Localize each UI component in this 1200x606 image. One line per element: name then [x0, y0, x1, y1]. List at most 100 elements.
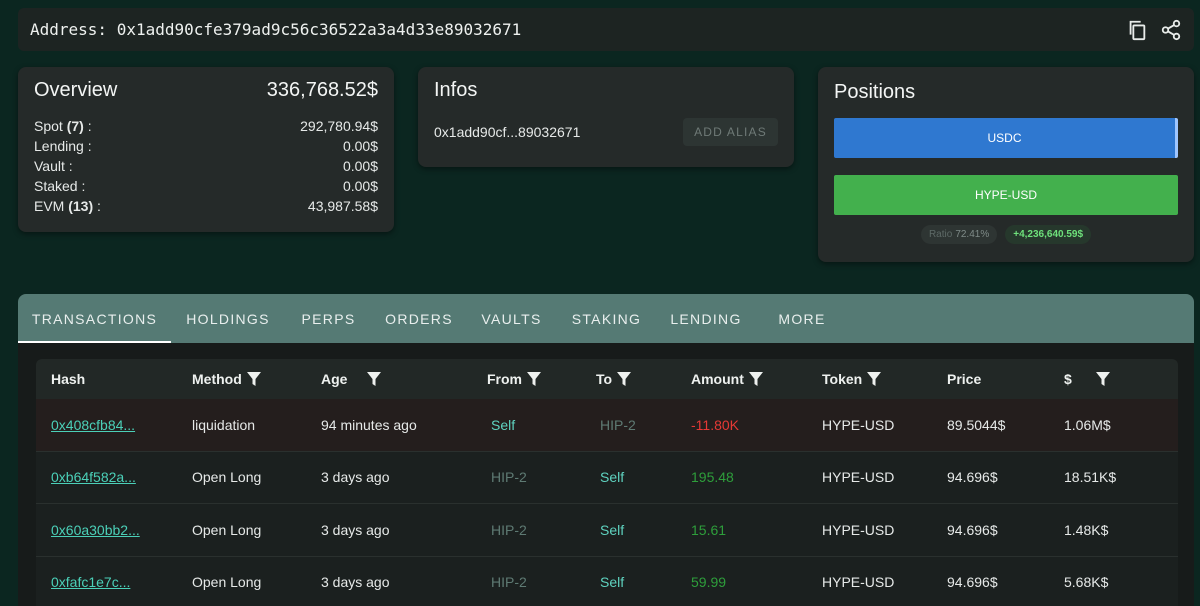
- short-address: 0x1add90cf...89032671: [434, 124, 581, 140]
- overview-row-staked: Staked : 0.00$: [34, 176, 378, 196]
- tx-method: Open Long: [192, 521, 262, 538]
- filter-icon[interactable]: [246, 371, 261, 387]
- tab-vaults[interactable]: VAULTS: [466, 294, 557, 343]
- add-alias-button[interactable]: ADD ALIAS: [683, 118, 778, 146]
- positions-card: Positions USDC HYPE-USD Ratio 72.41% +4,…: [818, 67, 1194, 262]
- overview-row-label: Spot (7) :: [34, 118, 92, 134]
- position-chips: Ratio 72.41% +4,236,640.59$: [834, 225, 1178, 244]
- tx-from[interactable]: Self: [491, 417, 515, 433]
- tx-usd: 5.68K$: [1064, 574, 1109, 591]
- address-label: Address: 0x1add90cfe379ad9c56c36522a3a4d…: [30, 20, 522, 39]
- filter-icon[interactable]: [617, 371, 632, 387]
- tab-holdings[interactable]: HOLDINGS: [171, 294, 285, 343]
- overview-card: Overview 336,768.52$ Spot (7) : 292,780.…: [18, 67, 394, 232]
- tab-orders[interactable]: ORDERS: [372, 294, 466, 343]
- header-token: Token: [822, 371, 947, 387]
- filter-icon[interactable]: [867, 371, 882, 387]
- overview-row-value: 43,987.58$: [307, 198, 378, 214]
- overview-row-value: 0.00$: [342, 138, 378, 154]
- ratio-label: Ratio: [928, 229, 953, 240]
- transactions-table: Hash Method Age From To Amount Token Pri…: [36, 359, 1178, 606]
- tx-age: 3 days ago: [321, 574, 390, 591]
- table-row: 0x60a30bb2... Open Long 3 days ago HIP-2…: [36, 504, 1178, 557]
- share-icon[interactable]: [1160, 19, 1182, 41]
- tx-usd: 18.51K$: [1064, 469, 1117, 486]
- table-header: Hash Method Age From To Amount Token Pri…: [36, 359, 1178, 399]
- table-row: 0xfafc1e7c... Open Long 3 days ago HIP-2…: [36, 556, 1178, 606]
- tab-staking[interactable]: STAKING: [557, 294, 656, 343]
- tx-amount: 15.61: [691, 521, 727, 538]
- tab-perps[interactable]: PERPS: [285, 294, 372, 343]
- tx-age: 3 days ago: [321, 469, 390, 486]
- overview-header: Overview 336,768.52$: [34, 79, 378, 102]
- tx-amount: -11.80K: [691, 416, 739, 433]
- tx-amount: 195.48: [691, 469, 734, 486]
- tx-to[interactable]: HIP-2: [600, 417, 636, 433]
- pnl-chip: +4,236,640.59$: [1005, 225, 1092, 244]
- tx-hash-link[interactable]: 0xfafc1e7c...: [51, 574, 130, 590]
- tx-from[interactable]: HIP-2: [491, 574, 527, 590]
- tx-usd: 1.06M$: [1064, 416, 1111, 433]
- infos-card: Infos 0x1add90cf...89032671 ADD ALIAS: [418, 67, 794, 167]
- infos-row: 0x1add90cf...89032671 ADD ALIAS: [434, 118, 778, 146]
- tx-hash-link[interactable]: 0xb64f582a...: [51, 469, 136, 485]
- tx-to[interactable]: Self: [600, 469, 624, 485]
- overview-total: 336,768.52$: [266, 79, 378, 101]
- filter-icon[interactable]: [1095, 371, 1110, 387]
- tx-age: 3 days ago: [321, 521, 390, 538]
- tx-price: 94.696$: [947, 521, 998, 538]
- header-amount: Amount: [691, 371, 822, 387]
- filter-icon[interactable]: [367, 371, 382, 387]
- tx-token: HYPE-USD: [822, 416, 895, 433]
- tx-age: 94 minutes ago: [321, 416, 417, 433]
- tab-lending[interactable]: LENDING: [656, 294, 756, 343]
- tab-more[interactable]: MORE: [756, 294, 848, 343]
- overview-row-label: Lending :: [34, 138, 92, 154]
- overview-row-value: 0.00$: [342, 158, 378, 174]
- overview-row-lending: Lending : 0.00$: [34, 136, 378, 156]
- tab-bar: TRANSACTIONS HOLDINGS PERPS ORDERS VAULT…: [18, 294, 1194, 343]
- filter-icon[interactable]: [748, 371, 763, 387]
- header-age: Age: [321, 371, 487, 387]
- header-method: Method: [192, 371, 321, 387]
- tx-price: 89.5044$: [947, 416, 1006, 433]
- ratio-value: 72.41%: [955, 229, 990, 240]
- tx-token: HYPE-USD: [822, 574, 895, 591]
- overview-row-evm: EVM (13) : 43,987.58$: [34, 196, 378, 216]
- tx-token: HYPE-USD: [822, 469, 895, 486]
- address-actions: [1126, 19, 1182, 41]
- positions-title: Positions: [834, 81, 916, 103]
- header-to: To: [596, 371, 691, 387]
- address-bar: Address: 0x1add90cfe379ad9c56c36522a3a4d…: [18, 8, 1194, 51]
- header-usd: $: [1064, 371, 1174, 387]
- overview-row-value: 0.00$: [342, 178, 378, 194]
- tabs-panel: TRANSACTIONS HOLDINGS PERPS ORDERS VAULT…: [18, 294, 1194, 606]
- header-from: From: [487, 371, 596, 387]
- tx-from[interactable]: HIP-2: [491, 522, 527, 538]
- header-price: Price: [947, 371, 982, 387]
- overview-row-spot: Spot (7) : 292,780.94$: [34, 116, 378, 136]
- tx-hash-link[interactable]: 0x60a30bb2...: [51, 522, 140, 538]
- tx-usd: 1.48K$: [1064, 521, 1109, 538]
- overview-title: Overview: [34, 79, 118, 101]
- overview-row-vault: Vault : 0.00$: [34, 156, 378, 176]
- tx-to[interactable]: Self: [600, 522, 624, 538]
- copy-icon[interactable]: [1126, 19, 1148, 41]
- tx-method: Open Long: [192, 469, 262, 486]
- table-row: 0xb64f582a... Open Long 3 days ago HIP-2…: [36, 451, 1178, 504]
- tx-from[interactable]: HIP-2: [491, 469, 527, 485]
- overview-row-label: Staked :: [34, 178, 86, 194]
- tx-hash-link[interactable]: 0x408cfb84...: [51, 417, 135, 433]
- position-bar-usdc[interactable]: USDC: [834, 118, 1178, 158]
- tx-amount: 59.99: [691, 574, 727, 591]
- position-bar-hype-usd[interactable]: HYPE-USD: [834, 175, 1178, 215]
- table-row: 0x408cfb84... liquidation 94 minutes ago…: [36, 399, 1178, 452]
- overview-row-label: Vault :: [34, 158, 73, 174]
- filter-icon[interactable]: [527, 371, 541, 387]
- tx-method: Open Long: [192, 574, 262, 591]
- tab-transactions[interactable]: TRANSACTIONS: [18, 294, 171, 343]
- tx-price: 94.696$: [947, 469, 998, 486]
- tx-price: 94.696$: [947, 574, 998, 591]
- tx-to[interactable]: Self: [600, 574, 624, 590]
- ratio-chip: Ratio 72.41%: [920, 225, 998, 244]
